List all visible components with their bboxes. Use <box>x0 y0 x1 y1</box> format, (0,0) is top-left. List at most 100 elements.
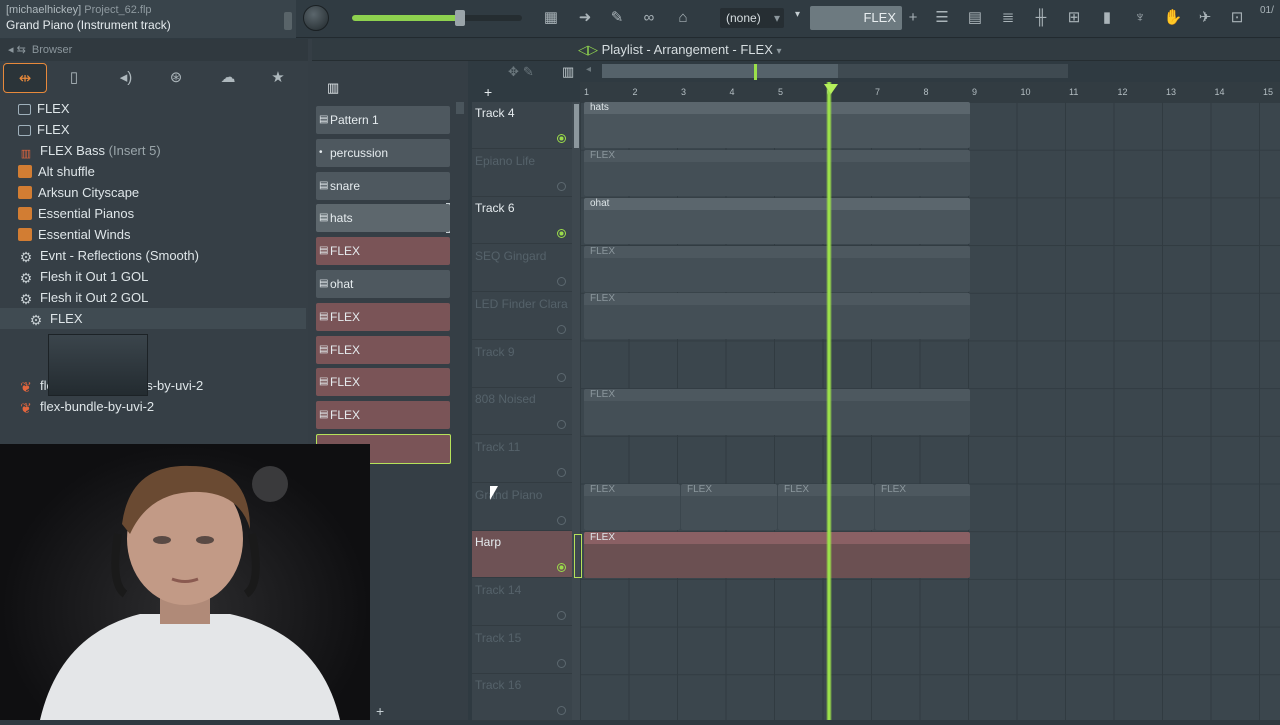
clip-flex[interactable]: FLEX <box>584 246 970 292</box>
track-mute-led-icon[interactable] <box>557 611 566 620</box>
touch-icon[interactable]: ✋ <box>1162 8 1184 28</box>
current-project-tab-icon[interactable]: ▯ <box>52 63 96 93</box>
track-mute-led-icon[interactable] <box>557 372 566 382</box>
track-mute-led-icon[interactable] <box>557 324 566 334</box>
track-header[interactable]: Epiano Life <box>472 150 572 197</box>
cloud-tab-icon[interactable]: ☁ <box>206 63 250 93</box>
clip-flex[interactable]: FLEX <box>681 484 777 530</box>
track-scroll-thumb[interactable] <box>574 104 579 148</box>
track-mute-led-icon[interactable] <box>557 515 566 525</box>
metronome-icon[interactable]: ⌂ <box>672 8 694 28</box>
pattern-item[interactable]: ▤ FLEX <box>316 302 450 331</box>
browser-item[interactable]: FLEX <box>0 98 306 119</box>
piano-roll-icon[interactable]: ▤ <box>964 8 986 28</box>
clip-flex[interactable]: FLEX <box>584 389 970 435</box>
browser-item[interactable]: Arksun Cityscape <box>0 182 306 203</box>
playlist-mode-icons[interactable]: ✥✎ <box>508 64 538 80</box>
track-mute-led-icon[interactable] <box>557 420 566 430</box>
browser-item[interactable]: ❦ flex-bundle-by-uvi-2 <box>0 396 306 417</box>
track-header[interactable]: Harp <box>472 531 572 579</box>
master-pitch-knob[interactable] <box>303 5 329 31</box>
track-scrollbar[interactable] <box>572 102 580 720</box>
current-pattern-box[interactable]: FLEX <box>810 6 902 30</box>
all-files-tab-icon[interactable]: ⇹ <box>3 63 47 93</box>
audio-tab-icon[interactable]: ◂) <box>104 63 148 93</box>
track-header[interactable]: Track 11 <box>472 436 572 483</box>
browser-item[interactable]: FLEX <box>0 119 306 140</box>
track-header[interactable]: 808 Noised <box>472 388 572 436</box>
pattern-item[interactable]: ▤ FLEX <box>316 401 450 430</box>
track-header[interactable]: Track 4 <box>472 102 572 149</box>
track-header[interactable]: LED Finder Clara <box>472 293 572 340</box>
chevron-down-icon[interactable]: ▾ <box>777 46 782 57</box>
playlist-icon[interactable]: ☰ <box>931 8 953 28</box>
add-track-plus-icon[interactable]: + <box>484 84 492 100</box>
pattern-picker-icon[interactable]: ▥ <box>562 64 574 80</box>
clip-flex[interactable]: FLEX <box>875 484 970 530</box>
pattern-list-toggle-icon[interactable]: ▥ <box>327 80 339 96</box>
pattern-item[interactable]: ▤ ohat <box>316 270 450 298</box>
browser-item[interactable]: ⚙ Evnt - Reflections (Smooth) <box>0 245 306 266</box>
track-mute-led-icon[interactable] <box>557 658 566 668</box>
play-arrow-icon[interactable]: ◁▷ <box>578 42 598 57</box>
chevron-down-icon[interactable]: ▾ <box>795 9 800 20</box>
channel-rack-icon[interactable]: ≣ <box>997 8 1019 28</box>
track-header[interactable]: Track 15 <box>472 627 572 674</box>
playlist-scroll-thumb[interactable] <box>602 64 838 78</box>
favorites-tab-icon[interactable]: ★ <box>256 63 300 93</box>
pattern-item[interactable]: • percussion <box>316 138 450 167</box>
master-volume-handle[interactable] <box>455 10 465 26</box>
track-header[interactable]: Track 14 <box>472 579 572 626</box>
track-mute-led-icon[interactable] <box>557 563 566 573</box>
clip-flex-harp[interactable]: FLEX <box>584 532 970 578</box>
clip-flex[interactable]: FLEX <box>584 484 680 530</box>
track-mute-led-icon[interactable] <box>557 467 566 477</box>
link-icon[interactable]: ∞ <box>638 8 660 28</box>
track-mute-led-icon[interactable] <box>557 706 566 716</box>
browser-item[interactable]: ▥ FLEX Bass (Insert 5) <box>0 140 306 161</box>
add-pattern-icon[interactable]: + <box>902 8 924 28</box>
clip-flex[interactable]: FLEX <box>584 293 970 339</box>
pattern-item[interactable]: ▤ FLEX <box>316 335 450 364</box>
browser-pin-icon[interactable]: ◂ ⇆ <box>8 44 26 56</box>
pattern-item[interactable]: ▤ Pattern 1 <box>316 106 450 134</box>
track-mute-led-icon[interactable] <box>557 229 566 239</box>
track-mute-led-icon[interactable] <box>557 134 566 143</box>
track-header[interactable]: SEQ Gingard <box>472 245 572 293</box>
pattern-item[interactable]: ▤ FLEX <box>316 368 450 397</box>
plugin-database-tab-icon[interactable]: ⊛ <box>154 63 198 93</box>
pattern-item[interactable]: ▤ FLEX <box>316 237 450 266</box>
pattern-selector[interactable]: (none) ▾ <box>720 8 784 28</box>
cart-icon[interactable]: ⊡ <box>1226 8 1248 28</box>
clip-hats[interactable]: hats <box>584 102 970 148</box>
plugin-icon[interactable]: ♆ <box>1129 8 1151 28</box>
browser-tree-icon[interactable]: ⊞ <box>1063 8 1085 28</box>
track-mute-led-icon[interactable] <box>557 277 566 287</box>
browser-item[interactable]: ⚙ Flesh it Out 2 GOL <box>0 287 306 308</box>
add-pattern-plus-icon[interactable]: + <box>376 703 384 719</box>
browser-item[interactable]: ❦flex-acoustic-drums-by-uvi-2 <box>0 375 306 396</box>
track-header[interactable]: Track 9 <box>472 341 572 388</box>
project-icon[interactable]: ▮ <box>1096 8 1118 28</box>
browser-item[interactable]: Essential Pianos <box>0 203 306 224</box>
browser-item[interactable]: Essential Winds <box>0 224 306 245</box>
track-mute-led-icon[interactable] <box>557 181 566 191</box>
track-header[interactable]: Track 16 <box>472 674 572 722</box>
mixer-icon[interactable]: ╫ <box>1030 8 1052 28</box>
track-header[interactable]: Track 6 <box>472 197 572 245</box>
browser-item[interactable]: ⚙ FLEX <box>0 308 306 329</box>
hint-scroll-handle[interactable] <box>284 12 292 30</box>
clip-ohat[interactable]: ohat <box>584 198 970 244</box>
playhead-marker[interactable] <box>824 84 838 94</box>
track-header[interactable]: Grand Piano <box>472 484 572 531</box>
megaphone-icon[interactable]: ✈ <box>1194 8 1216 28</box>
arrow-right-icon[interactable]: ➜ <box>574 8 596 28</box>
scroll-left-icon[interactable]: ◂ <box>586 64 591 75</box>
browser-item[interactable]: Alt shuffle <box>0 161 306 182</box>
pattern-item[interactable]: ▤ hats <box>316 204 450 233</box>
pencil-icon[interactable]: ✎ <box>606 8 628 28</box>
browser-item[interactable]: ⚙ Flesh it Out 1 GOL <box>0 266 306 287</box>
pattern-list-scrollup[interactable] <box>456 102 464 114</box>
pattern-item[interactable]: ▤ snare <box>316 171 450 200</box>
clip-flex[interactable]: FLEX <box>584 150 970 196</box>
